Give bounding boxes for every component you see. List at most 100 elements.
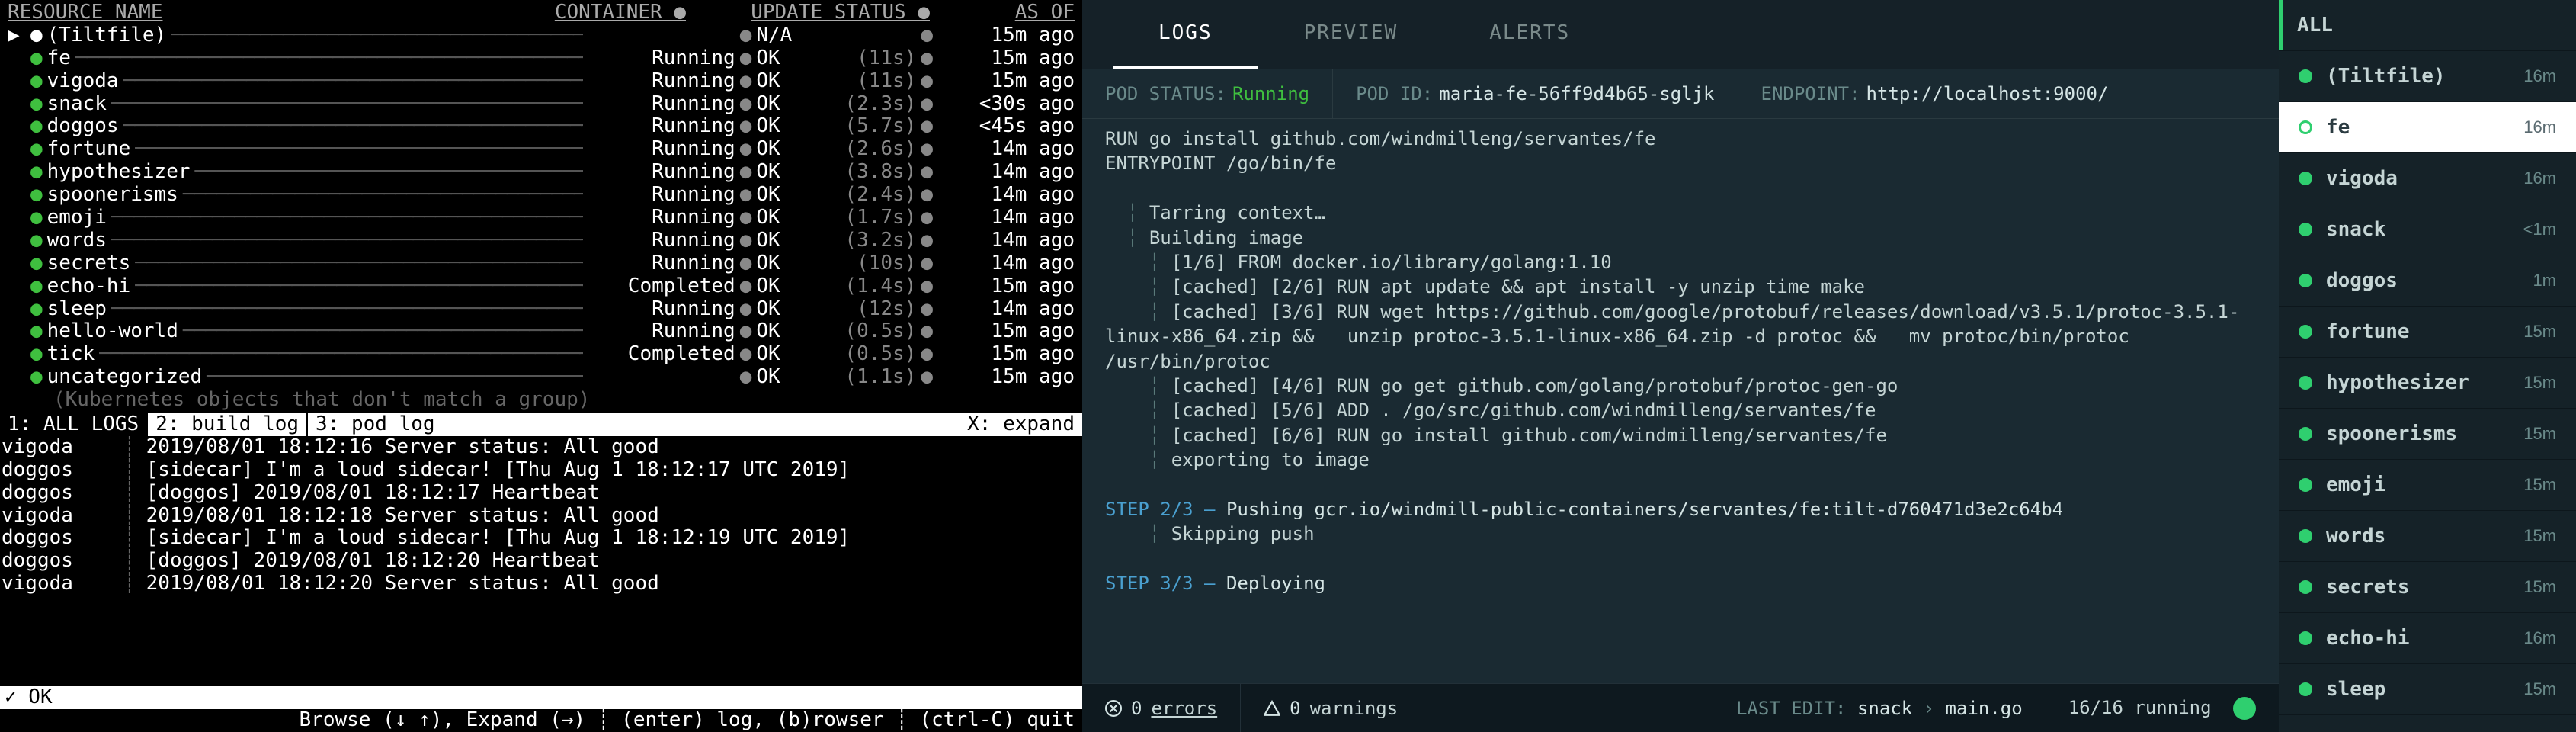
tab-alerts[interactable]: ALERTS <box>1443 0 1616 69</box>
sidebar-item-time: <1m <box>2523 220 2556 239</box>
warnings-segment[interactable]: 0 warnings <box>1241 684 1421 732</box>
tab-pod-log[interactable]: 3: pod log <box>306 413 443 436</box>
build-time: (0.5s) <box>817 343 916 366</box>
terminal-ui: RESOURCE NAME CONTAINER ● UPDATE STATUS … <box>0 0 1082 732</box>
resource-row[interactable]: ●tick ──────────────────────────────────… <box>0 343 1082 366</box>
resource-name: spoonerisms <box>47 184 178 207</box>
resource-row[interactable]: ●secrets ───────────────────────────────… <box>0 252 1082 275</box>
endpoint-value[interactable]: http://localhost:9000/ <box>1866 83 2109 104</box>
update-status: OK <box>756 320 817 343</box>
status-dot-icon <box>2233 697 2256 720</box>
dash-fill: ────────────────────────────────────────… <box>119 70 583 93</box>
tab-all-logs[interactable]: 1: ALL LOGS <box>0 413 146 436</box>
resource-row[interactable]: ●emoji ─────────────────────────────────… <box>0 207 1082 230</box>
as-of: 15m ago <box>937 343 1075 366</box>
dash-fill: ────────────────────────────────────────… <box>71 47 583 70</box>
status-dot-icon <box>2299 376 2312 390</box>
sidebar-item[interactable]: fortune15m <box>2279 307 2576 358</box>
as-of: 15m ago <box>937 366 1075 389</box>
log-line: vigoda┊2019/08/01 18:12:18 Server status… <box>0 505 1082 528</box>
resource-row[interactable]: ●snack ─────────────────────────────────… <box>0 93 1082 116</box>
sidebar-item[interactable]: ALL <box>2279 0 2576 51</box>
resource-row[interactable]: ●spoonerisms ───────────────────────────… <box>0 184 1082 207</box>
update-status: OK <box>756 252 817 275</box>
dash-fill: ────────────────────────────────────────… <box>107 207 583 230</box>
build-log-line <box>1105 547 2256 571</box>
all-bar-icon <box>2279 0 2283 50</box>
pod-status-label: POD STATUS: <box>1105 83 1232 104</box>
resource-table-header: RESOURCE NAME CONTAINER ● UPDATE STATUS … <box>0 0 1082 24</box>
resource-row[interactable]: ●sleep ─────────────────────────────────… <box>0 298 1082 321</box>
sidebar-item[interactable]: secrets15m <box>2279 562 2576 613</box>
log-source: doggos <box>2 550 123 573</box>
log-source: doggos <box>2 527 123 550</box>
resource-name: fe <box>47 47 71 70</box>
col-asof: AS OF <box>930 2 1075 24</box>
dash-fill: ────────────────────────────────────────… <box>130 138 582 161</box>
col-container: CONTAINER ● <box>526 2 686 24</box>
resource-row[interactable]: ●echo-hi ───────────────────────────────… <box>0 275 1082 298</box>
sidebar-item[interactable]: doggos1m <box>2279 255 2576 307</box>
as-of: 14m ago <box>937 138 1075 161</box>
resource-row[interactable]: ●hello-world ───────────────────────────… <box>0 320 1082 343</box>
resource-row[interactable]: ●vigoda ────────────────────────────────… <box>0 70 1082 93</box>
resource-row[interactable]: ●hypothesizer ──────────────────────────… <box>0 161 1082 184</box>
sidebar-item[interactable]: snack <1m <box>2279 204 2576 255</box>
build-log-line <box>1105 176 2256 201</box>
resource-row[interactable]: ▶●(Tiltfile) ───────────────────────────… <box>0 24 1082 47</box>
sidebar-item-time: 16m <box>2523 169 2556 188</box>
tab-build-log[interactable]: 2: build log <box>146 413 306 436</box>
status-line: ✓ OK <box>0 686 1082 709</box>
resource-name: fortune <box>47 138 131 161</box>
resource-row[interactable]: ●fe ────────────────────────────────────… <box>0 47 1082 70</box>
status-dot-icon: ● <box>30 161 47 184</box>
errors-segment[interactable]: 0 errors <box>1082 684 1241 732</box>
status-dot-icon <box>2299 172 2312 185</box>
status-dot-icon <box>2299 427 2312 441</box>
build-time: (1.4s) <box>817 275 916 298</box>
update-status: OK <box>756 47 817 70</box>
sidebar-item-label: snack <box>2326 218 2510 241</box>
sidebar-item-label: words <box>2326 525 2510 547</box>
resource-row[interactable]: ●words ─────────────────────────────────… <box>0 230 1082 252</box>
as-of: 15m ago <box>937 320 1075 343</box>
sidebar-item[interactable]: (Tiltfile)16m <box>2279 51 2576 102</box>
status-dot-icon: ● <box>30 320 47 343</box>
resource-row[interactable]: ●uncategorized ─────────────────────────… <box>0 366 1082 389</box>
col-name: RESOURCE NAME <box>8 2 526 24</box>
sidebar-item[interactable]: sleep15m <box>2279 664 2576 715</box>
tab-expand[interactable]: X: expand <box>960 413 1082 436</box>
container-status: Running <box>583 161 735 184</box>
resource-row[interactable]: ●doggos ────────────────────────────────… <box>0 115 1082 138</box>
build-time: (11s) <box>817 47 916 70</box>
status-dot-icon: ● <box>30 70 47 93</box>
sidebar-item[interactable]: vigoda16m <box>2279 153 2576 204</box>
sidebar-item[interactable]: words15m <box>2279 511 2576 562</box>
sidebar-item[interactable]: emoji15m <box>2279 460 2576 511</box>
status-dot-icon: ● <box>30 115 47 138</box>
log-message: 2019/08/01 18:12:16 Server status: All g… <box>146 436 659 459</box>
dash-fill: ────────────────────────────────────────… <box>130 275 582 298</box>
sidebar-item-label: sleep <box>2326 678 2510 701</box>
sidebar-item-label: echo-hi <box>2326 627 2510 650</box>
errors-count: 0 <box>1131 698 1142 719</box>
sidebar-item[interactable]: fe16m <box>2279 102 2576 153</box>
update-status: N/A <box>756 24 817 47</box>
tab-preview[interactable]: PREVIEW <box>1258 0 1444 69</box>
sidebar-item-time: 1m <box>2533 271 2556 291</box>
status-dot-icon: ● <box>30 230 47 252</box>
sidebar-item[interactable]: spoonerisms15m <box>2279 409 2576 460</box>
log-message: 2019/08/01 18:12:18 Server status: All g… <box>146 505 659 528</box>
sidebar-item-label: spoonerisms <box>2326 422 2510 445</box>
build-log-line: ╎ Tarring context… <box>1105 201 2256 225</box>
resource-name: tick <box>47 343 95 366</box>
sidebar-item[interactable]: echo-hi16m <box>2279 613 2576 664</box>
build-log-output[interactable]: RUN go install github.com/windmilleng/se… <box>1082 119 2279 683</box>
build-time: (2.4s) <box>817 184 916 207</box>
log-line: doggos┊[sidecar] I'm a loud sidecar! [Th… <box>0 527 1082 550</box>
sidebar-item[interactable]: hypothesizer15m <box>2279 358 2576 409</box>
tab-logs[interactable]: LOGS <box>1113 0 1258 69</box>
dash-fill: ────────────────────────────────────────… <box>107 230 583 252</box>
log-message: 2019/08/01 18:12:20 Server status: All g… <box>146 573 659 596</box>
resource-row[interactable]: ●fortune ───────────────────────────────… <box>0 138 1082 161</box>
